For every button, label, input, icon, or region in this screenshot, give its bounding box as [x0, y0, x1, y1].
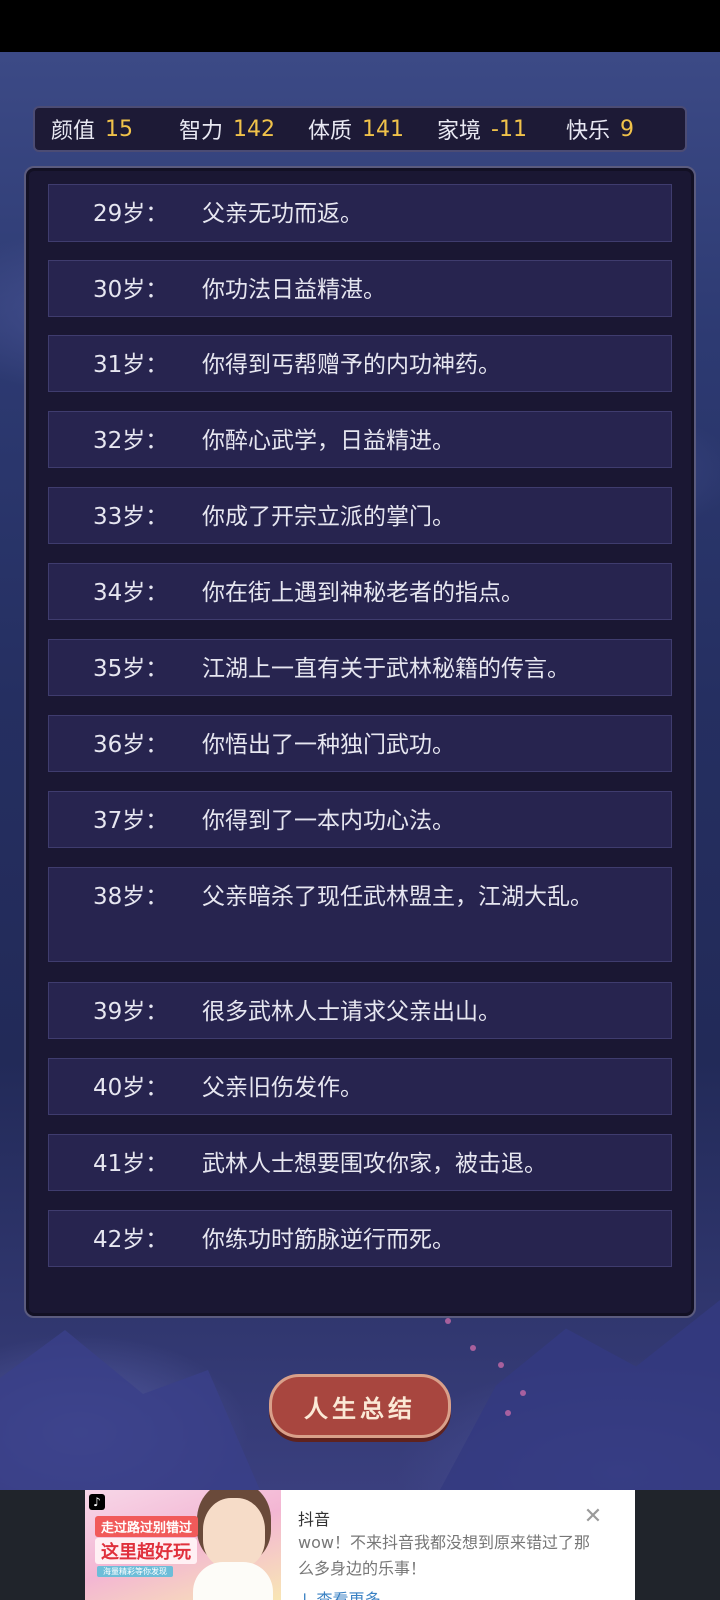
blossom [470, 1345, 476, 1351]
tiktok-logo-icon: ♪ [89, 1494, 105, 1510]
stat-family: 家境 -11 [437, 113, 527, 145]
stat-label: 颜值 [51, 119, 96, 144]
event-text: 你得到了一本内功心法。 [202, 808, 455, 834]
life-event-row: 29岁： 父亲无功而返。 [48, 184, 672, 242]
blossom [498, 1362, 504, 1368]
blossom [445, 1318, 451, 1324]
blossom [505, 1410, 511, 1416]
ad-title: 抖音 [298, 1510, 331, 1529]
event-text: 武林人士想要围攻你家，被击退。 [202, 1151, 547, 1177]
event-text: 你练功时筋脉逆行而死。 [202, 1227, 455, 1253]
event-age: 34岁： [93, 580, 169, 606]
event-text: 你悟出了一种独门武功。 [202, 732, 455, 758]
stat-value: 141 [362, 116, 405, 142]
event-age: 40岁： [93, 1075, 169, 1101]
close-icon[interactable]: ✕ [582, 1506, 604, 1528]
ad-banner[interactable]: ♪ 走过路过别错过 这里超好玩 海量精彩等你发现 抖音 wow！不来抖音我都没想… [85, 1490, 635, 1600]
life-event-row: 40岁： 父亲旧伤发作。 [48, 1058, 672, 1115]
life-event-row: 31岁： 你得到丐帮赠予的内功神药。 [48, 335, 672, 392]
attribute-bar: 颜值 15 智力 142 体质 141 家境 -11 快乐 9 [33, 106, 687, 152]
life-event-row: 35岁： 江湖上一直有关于武林秘籍的传言。 [48, 639, 672, 696]
event-text: 你功法日益精湛。 [202, 277, 386, 303]
event-age: 38岁： [93, 884, 169, 910]
event-text: 你成了开宗立派的掌门。 [202, 504, 455, 530]
stat-label: 家境 [437, 119, 482, 144]
ad-person-face [203, 1498, 265, 1568]
stat-value: -11 [491, 116, 527, 142]
event-text: 江湖上一直有关于武林秘籍的传言。 [202, 656, 570, 682]
life-event-row: 34岁： 你在街上遇到神秘老者的指点。 [48, 563, 672, 620]
stat-value: 15 [105, 116, 134, 142]
event-age: 30岁： [93, 277, 169, 303]
event-text: 父亲无功而返。 [202, 201, 363, 227]
event-age: 31岁： [93, 352, 169, 378]
ad-image[interactable]: ♪ 走过路过别错过 这里超好玩 海量精彩等你发现 [85, 1490, 281, 1600]
stat-label: 体质 [308, 119, 353, 144]
event-age: 35岁： [93, 656, 169, 682]
stat-label: 智力 [179, 119, 224, 144]
event-text: 你得到丐帮赠予的内功神药。 [202, 352, 501, 378]
event-age: 29岁： [93, 201, 169, 227]
ad-view-more-link[interactable]: ↓ 查看更多 [298, 1586, 381, 1600]
event-age: 32岁： [93, 428, 169, 454]
life-event-row: 32岁： 你醉心武学，日益精进。 [48, 411, 672, 468]
life-event-row: 39岁： 很多武林人士请求父亲出山。 [48, 982, 672, 1039]
life-event-row: 36岁： 你悟出了一种独门武功。 [48, 715, 672, 772]
event-age: 39岁： [93, 999, 169, 1025]
stat-constitution: 体质 141 [308, 113, 404, 145]
life-event-row: 33岁： 你成了开宗立派的掌门。 [48, 487, 672, 544]
life-event-row: 38岁： 父亲暗杀了现任武林盟主，江湖大乱。 [48, 867, 672, 962]
event-text: 父亲暗杀了现任武林盟主，江湖大乱。 [202, 884, 593, 910]
event-age: 41岁： [93, 1151, 169, 1177]
stat-intelligence: 智力 142 [179, 113, 275, 145]
ad-subslogan: 海量精彩等你发现 [97, 1566, 173, 1577]
life-event-row: 30岁： 你功法日益精湛。 [48, 260, 672, 317]
stat-appearance: 颜值 15 [51, 113, 133, 145]
ad-person-body [193, 1562, 273, 1600]
event-text: 你醉心武学，日益精进。 [202, 428, 455, 454]
stat-value: 142 [233, 116, 276, 142]
event-text: 父亲旧伤发作。 [202, 1075, 363, 1101]
event-age: 37岁： [93, 808, 169, 834]
life-event-row: 42岁： 你练功时筋脉逆行而死。 [48, 1210, 672, 1267]
event-age: 33岁： [93, 504, 169, 530]
status-bar [0, 0, 720, 52]
life-event-row: 41岁： 武林人士想要围攻你家，被击退。 [48, 1134, 672, 1191]
blossom [520, 1390, 526, 1396]
life-summary-button[interactable]: 人生总结 [269, 1374, 451, 1438]
stat-label: 快乐 [566, 119, 611, 144]
event-text: 你在街上遇到神秘老者的指点。 [202, 580, 524, 606]
event-text: 很多武林人士请求父亲出山。 [202, 999, 501, 1025]
ad-slogan: 走过路过别错过 [95, 1516, 199, 1537]
event-age: 42岁： [93, 1227, 169, 1253]
stat-happiness: 快乐 9 [566, 113, 634, 145]
ad-description: wow！不来抖音我都没想到原来错过了那么多身边的乐事！ [298, 1533, 590, 1578]
ad-headline: 这里超好玩 [95, 1538, 197, 1564]
event-age: 36岁： [93, 732, 169, 758]
stat-value: 9 [620, 116, 635, 142]
life-event-row: 37岁： 你得到了一本内功心法。 [48, 791, 672, 848]
